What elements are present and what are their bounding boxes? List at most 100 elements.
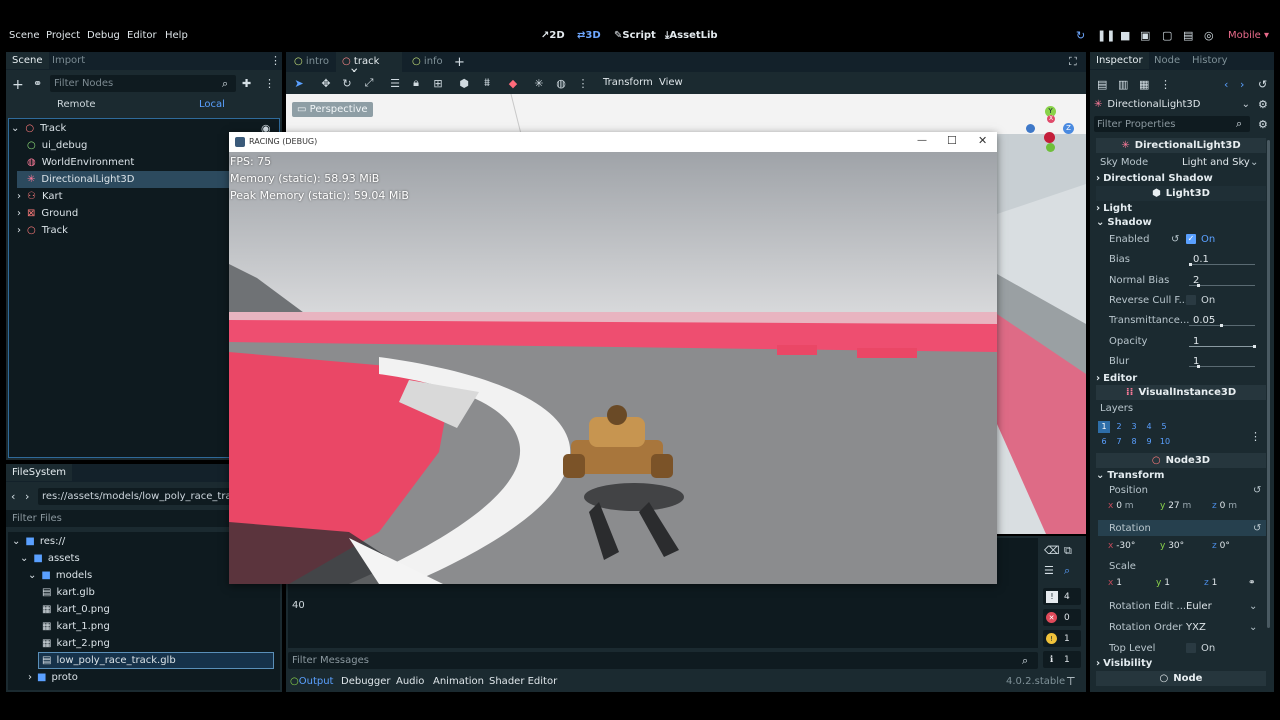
section-visibility[interactable]: › Visibility <box>1096 655 1266 672</box>
path-field[interactable]: res://assets/models/low_poly_race_track.… <box>38 488 234 505</box>
position-y-field[interactable]: y 27 m <box>1160 501 1206 511</box>
environment-icon[interactable]: ◍ <box>553 75 569 91</box>
menu-editor[interactable]: Editor <box>127 30 157 41</box>
slider-track[interactable] <box>1189 346 1255 347</box>
file-item-track-glb[interactable]: ▤ low_poly_race_track.glb <box>42 652 176 669</box>
select-tool-icon[interactable]: ➤ <box>291 75 307 91</box>
slider-grabber[interactable] <box>1220 324 1223 327</box>
file-item-kart-glb[interactable]: ▤ kart.glb <box>42 584 95 601</box>
tree-item-world-environment[interactable]: ◍ WorldEnvironment <box>27 154 134 171</box>
play-scene-icon[interactable]: ▢ <box>1162 29 1172 42</box>
movie-icon[interactable]: ◎ <box>1204 29 1214 42</box>
tab-track[interactable]: ○ track ✕ <box>336 52 402 78</box>
tab-import[interactable]: Import <box>52 55 85 66</box>
layer-4[interactable]: 4 <box>1143 421 1155 433</box>
view-menu[interactable]: View <box>659 77 683 88</box>
layer-10[interactable]: 10 <box>1158 436 1172 448</box>
checkbox-unchecked-icon[interactable] <box>1186 643 1196 653</box>
scale-z-field[interactable]: z 1 <box>1204 578 1244 588</box>
stop-icon[interactable]: ■ <box>1120 29 1130 42</box>
filter-nodes-input[interactable]: Filter Nodes ⌕ <box>50 75 236 92</box>
slider-grabber[interactable] <box>1197 284 1200 287</box>
menu-dots-icon[interactable]: ⋮ <box>270 54 281 67</box>
inspector-more-icon[interactable]: ⋮ <box>1160 78 1171 91</box>
transform-menu[interactable]: Transform <box>603 77 653 88</box>
menu-help[interactable]: Help <box>165 30 188 41</box>
filter-properties-input[interactable]: Filter Properties ⌕ <box>1094 116 1250 132</box>
tree-item-track-root[interactable]: ⌄ ○ Track <box>11 120 66 137</box>
rotation-y-field[interactable]: y 30° <box>1160 541 1206 551</box>
prop-shadow-enabled[interactable]: Enabled ↺ ✓ On <box>1109 229 1279 249</box>
prop-rotation-order[interactable]: Rotation Order YXZ ⌄ <box>1109 617 1279 637</box>
gizmo-neg-y[interactable] <box>1046 143 1055 152</box>
back-icon[interactable]: ‹ <box>11 490 15 503</box>
open-resource-icon[interactable]: ▥ <box>1118 78 1128 91</box>
tab-node[interactable]: Node <box>1154 55 1180 66</box>
remote-button[interactable]: Remote <box>57 99 96 110</box>
filter-messages-input[interactable]: Filter Messages ⌕ <box>288 652 1038 669</box>
view-gizmo[interactable]: Y X Z <box>1026 106 1074 152</box>
layer-1[interactable]: 1 <box>1098 421 1110 433</box>
checkbox-unchecked-icon[interactable] <box>1186 295 1196 305</box>
object-history-icon[interactable]: ↺ <box>1258 78 1267 91</box>
gizmo-z-axis[interactable]: Z <box>1063 123 1074 134</box>
camera-icon[interactable]: ◆ <box>505 75 521 91</box>
save-resource-icon[interactable]: ▦ <box>1139 78 1149 91</box>
lock-icon[interactable]: 🔒︎ <box>408 75 424 91</box>
tab-scene[interactable]: Scene <box>6 52 49 69</box>
file-item-proto[interactable]: › ■ proto <box>28 669 78 686</box>
tree-item-directional-light[interactable]: ✳ DirectionalLight3D <box>27 171 135 188</box>
new-resource-icon[interactable]: ▤ <box>1097 78 1107 91</box>
layer-5[interactable]: 5 <box>1158 421 1170 433</box>
workspace-2d-button[interactable]: ↗2D <box>541 30 565 41</box>
local-space-icon[interactable]: ⬢ <box>456 75 472 91</box>
object-properties-icon[interactable]: ⚙ <box>1258 98 1268 111</box>
tab-output[interactable]: ○Output <box>290 676 333 687</box>
error-count-badge[interactable]: ✕ 0 <box>1043 609 1081 626</box>
tree-item-ground[interactable]: › ⊠ Ground <box>17 205 78 222</box>
minimize-icon[interactable]: — <box>917 135 927 146</box>
history-forward-icon[interactable]: › <box>1240 78 1244 91</box>
prop-normal-bias[interactable]: Normal Bias 2 <box>1109 270 1279 290</box>
close-icon[interactable]: ✕ <box>978 134 987 147</box>
revert-icon[interactable]: ↺ <box>1253 523 1261 534</box>
rotate-tool-icon[interactable]: ↻ <box>339 75 355 91</box>
scale-tool-icon[interactable]: ⤢ <box>361 75 377 91</box>
scale-y-field[interactable]: y 1 <box>1156 578 1202 588</box>
slider-track[interactable] <box>1189 264 1255 265</box>
tab-debugger[interactable]: Debugger <box>341 676 391 687</box>
maximize-icon[interactable]: ☐ <box>947 134 957 147</box>
more-options-icon[interactable]: ⋮ <box>575 75 591 91</box>
layers-grid[interactable]: 1 2 3 4 5 6 7 8 9 10 <box>1098 421 1174 449</box>
gizmo-x-axis[interactable]: X <box>1047 115 1055 123</box>
checkbox-checked-icon[interactable]: ✓ <box>1186 234 1196 244</box>
file-item-res[interactable]: ⌄ ■ res:// <box>12 533 65 550</box>
log-count-badge[interactable]: ! 4 <box>1043 588 1081 605</box>
panel-toggle-icon[interactable]: ⊤ <box>1066 675 1076 688</box>
prop-rotation-edit-mode[interactable]: Rotation Edit ... Euler ⌄ <box>1109 596 1279 616</box>
tab-intro[interactable]: ○ intro <box>288 52 335 72</box>
rotation-z-field[interactable]: z 0° <box>1212 541 1258 551</box>
gizmo-neg-x[interactable] <box>1026 124 1035 133</box>
prop-bias[interactable]: Bias 0.1 <box>1109 249 1279 269</box>
layer-6[interactable]: 6 <box>1098 436 1110 448</box>
group-icon[interactable]: ⊞ <box>430 75 446 91</box>
play-custom-icon[interactable]: ▤ <box>1183 29 1193 42</box>
workspace-assetlib-button[interactable]: ⤓AssetLib <box>665 30 718 41</box>
tab-animation[interactable]: Animation <box>433 676 484 687</box>
section-directional-shadow[interactable]: › Directional Shadow <box>1096 170 1266 187</box>
tab-audio[interactable]: Audio <box>396 676 424 687</box>
file-item-kart2[interactable]: ▦ kart_2.png <box>42 635 110 652</box>
prop-opacity[interactable]: Opacity 1 <box>1109 331 1279 351</box>
info-count-badge[interactable]: ℹ1 <box>1043 651 1081 668</box>
attach-script-icon[interactable]: ✚ <box>242 77 251 90</box>
tab-info[interactable]: ○ info <box>406 52 449 72</box>
history-back-icon[interactable]: ‹ <box>1224 78 1228 91</box>
slider-grabber[interactable] <box>1189 263 1192 266</box>
more-icon[interactable]: ⋮ <box>264 77 275 90</box>
remote-debug-icon[interactable]: ▣ <box>1140 29 1150 42</box>
tab-history[interactable]: History <box>1192 55 1228 66</box>
tree-item-kart[interactable]: › ⚇ Kart <box>17 188 63 205</box>
file-item-assets[interactable]: ⌄ ■ assets <box>20 550 80 567</box>
workspace-script-button[interactable]: ✎Script <box>614 30 656 41</box>
